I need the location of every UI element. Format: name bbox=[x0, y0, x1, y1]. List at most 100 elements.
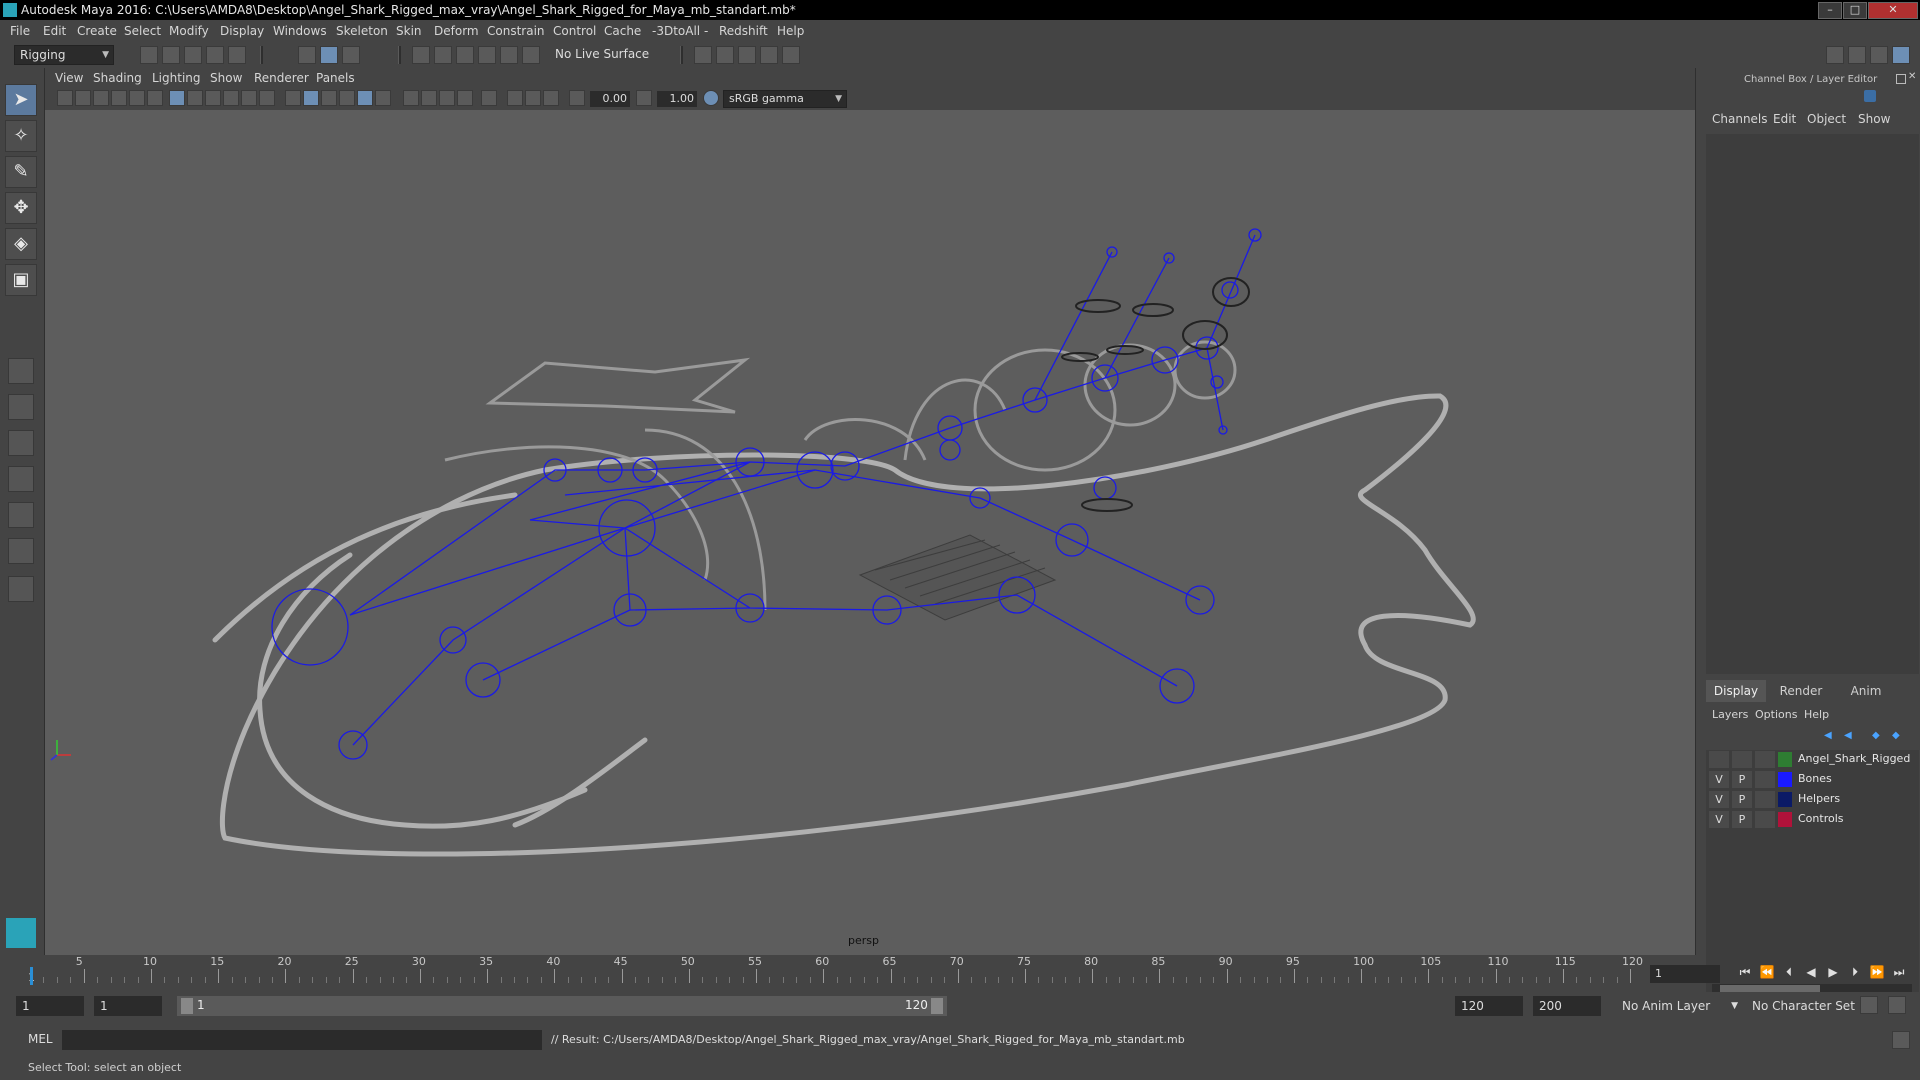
snap-point-icon[interactable] bbox=[456, 46, 474, 64]
tab-anim[interactable]: Anim bbox=[1836, 680, 1896, 702]
cb-show-menu[interactable]: Show bbox=[1858, 112, 1890, 126]
camera-attributes-icon[interactable] bbox=[75, 90, 91, 106]
open-scene-icon[interactable] bbox=[162, 46, 180, 64]
exposure-field[interactable]: 0.00 bbox=[590, 91, 630, 107]
snap-surface-icon[interactable] bbox=[500, 46, 518, 64]
layer-color-swatch[interactable] bbox=[1778, 812, 1792, 827]
select-tool-icon[interactable]: ➤ bbox=[5, 84, 37, 116]
layer-visibility-toggle[interactable]: V bbox=[1709, 771, 1729, 788]
cb-edit-menu[interactable]: Edit bbox=[1773, 112, 1796, 126]
hypershade-icon[interactable] bbox=[760, 46, 778, 64]
layer-color-swatch[interactable] bbox=[1778, 792, 1792, 807]
playback-start-field[interactable]: 1 bbox=[94, 996, 162, 1016]
menu-skin[interactable]: Skin bbox=[396, 24, 422, 38]
isolate-select-icon[interactable] bbox=[481, 90, 497, 106]
render-settings-icon[interactable] bbox=[738, 46, 756, 64]
image-plane-icon[interactable] bbox=[111, 90, 127, 106]
hypergraph-layout-icon[interactable] bbox=[8, 538, 34, 564]
shadows-icon[interactable] bbox=[403, 90, 419, 106]
menu-display[interactable]: Display bbox=[220, 24, 264, 38]
use-all-lights-icon[interactable] bbox=[375, 90, 391, 106]
xray-joints-icon[interactable] bbox=[357, 90, 373, 106]
render-view-icon[interactable] bbox=[782, 46, 800, 64]
tool-settings-icon[interactable] bbox=[1870, 46, 1888, 64]
step-back-key-icon[interactable]: ⏪ bbox=[1758, 964, 1776, 980]
close-button[interactable]: ✕ bbox=[1868, 2, 1918, 19]
layer-playback-toggle[interactable] bbox=[1732, 751, 1752, 768]
exposure-icon[interactable] bbox=[569, 90, 585, 106]
new-scene-icon[interactable] bbox=[140, 46, 158, 64]
layer-playback-toggle[interactable]: P bbox=[1732, 771, 1752, 788]
layer-visibility-toggle[interactable] bbox=[1709, 751, 1729, 768]
redo-icon[interactable] bbox=[228, 46, 246, 64]
layer-row[interactable]: V P Helpers bbox=[1706, 790, 1919, 809]
film-gate-icon[interactable] bbox=[187, 90, 203, 106]
start-time-field[interactable]: 1 bbox=[16, 996, 84, 1016]
perspective-viewport[interactable]: persp bbox=[45, 110, 1695, 955]
options-menu[interactable]: Options bbox=[1755, 708, 1797, 721]
menu-windows[interactable]: Windows bbox=[273, 24, 327, 38]
undo-icon[interactable] bbox=[206, 46, 224, 64]
default-material-icon[interactable] bbox=[321, 90, 337, 106]
colorspace-dropdown[interactable]: sRGB gamma ▼ bbox=[723, 90, 847, 108]
new-layer-selected-icon[interactable]: ◆ bbox=[1892, 730, 1906, 742]
viewport-menu-renderer[interactable]: Renderer bbox=[254, 71, 309, 85]
menu-skeleton[interactable]: Skeleton bbox=[336, 24, 388, 38]
menu-select[interactable]: Select bbox=[124, 24, 161, 38]
layer-visibility-toggle[interactable]: V bbox=[1709, 811, 1729, 828]
step-forward-frame-icon[interactable]: ⏵ bbox=[1846, 964, 1864, 980]
layer-name[interactable]: Helpers bbox=[1798, 792, 1840, 805]
range-start-handle[interactable] bbox=[181, 998, 193, 1014]
menu-redshift[interactable]: Redshift bbox=[719, 24, 768, 38]
channel-box-toggle-icon[interactable] bbox=[1864, 90, 1876, 102]
grid-icon[interactable] bbox=[169, 90, 185, 106]
two-pane-layout-icon[interactable] bbox=[8, 430, 34, 456]
gate-mask-icon[interactable] bbox=[223, 90, 239, 106]
gamma-icon[interactable] bbox=[636, 90, 652, 106]
minimize-button[interactable]: – bbox=[1818, 2, 1842, 19]
layer-color-swatch[interactable] bbox=[1778, 772, 1792, 787]
rotate-tool-icon[interactable]: ◈ bbox=[5, 228, 37, 260]
xray-icon[interactable] bbox=[507, 90, 523, 106]
render-current-icon[interactable] bbox=[694, 46, 712, 64]
layer-color-swatch[interactable] bbox=[1778, 752, 1792, 767]
script-editor-icon[interactable] bbox=[1892, 1031, 1910, 1049]
camera-select-icon[interactable] bbox=[57, 90, 73, 106]
color-management-icon[interactable] bbox=[703, 90, 719, 106]
modeling-toolkit-icon[interactable] bbox=[1826, 46, 1844, 64]
select-component-icon[interactable] bbox=[342, 46, 360, 64]
close-panel-icon[interactable]: ✕ bbox=[1908, 71, 1916, 82]
resolution-gate-icon[interactable] bbox=[205, 90, 221, 106]
viewport-menu-view[interactable]: View bbox=[55, 71, 83, 85]
step-back-frame-icon[interactable]: ⏴ bbox=[1780, 964, 1798, 980]
layer-row[interactable]: V P Controls bbox=[1706, 810, 1919, 829]
paint-select-icon[interactable]: ✎ bbox=[5, 156, 37, 188]
backface-culling-icon[interactable] bbox=[543, 90, 559, 106]
move-tool-icon[interactable]: ✥ bbox=[5, 192, 37, 224]
range-slider[interactable]: 1 120 bbox=[177, 996, 947, 1016]
play-forward-icon[interactable]: ▶ bbox=[1824, 964, 1842, 980]
layer-name[interactable]: Controls bbox=[1798, 812, 1844, 825]
menu-modify[interactable]: Modify bbox=[169, 24, 209, 38]
new-layer-icon[interactable]: ◆ bbox=[1872, 730, 1886, 742]
layer-display-type[interactable] bbox=[1755, 811, 1775, 828]
command-input[interactable] bbox=[62, 1030, 542, 1050]
tab-render[interactable]: Render bbox=[1771, 680, 1831, 702]
graph-layout-icon[interactable] bbox=[8, 502, 34, 528]
move-layer-down-icon[interactable]: ◀ bbox=[1844, 730, 1858, 742]
layer-name[interactable]: Angel_Shark_Rigged bbox=[1798, 752, 1910, 765]
cb-object-menu[interactable]: Object bbox=[1807, 112, 1846, 126]
current-time-marker[interactable] bbox=[30, 967, 33, 985]
channel-box-icon[interactable] bbox=[1892, 46, 1910, 64]
save-scene-icon[interactable] bbox=[184, 46, 202, 64]
2d-pan-zoom-icon[interactable] bbox=[129, 90, 145, 106]
scale-tool-icon[interactable]: ▣ bbox=[5, 264, 37, 296]
layer-visibility-toggle[interactable]: V bbox=[1709, 791, 1729, 808]
end-time-field[interactable]: 200 bbox=[1533, 996, 1601, 1016]
lasso-tool-icon[interactable]: ✧ bbox=[5, 120, 37, 152]
menu-edit[interactable]: Edit bbox=[43, 24, 66, 38]
layer-playback-toggle[interactable]: P bbox=[1732, 811, 1752, 828]
viewport-menu-shading[interactable]: Shading bbox=[93, 71, 142, 85]
menu-deform[interactable]: Deform bbox=[434, 24, 479, 38]
grease-pencil-icon[interactable] bbox=[147, 90, 163, 106]
